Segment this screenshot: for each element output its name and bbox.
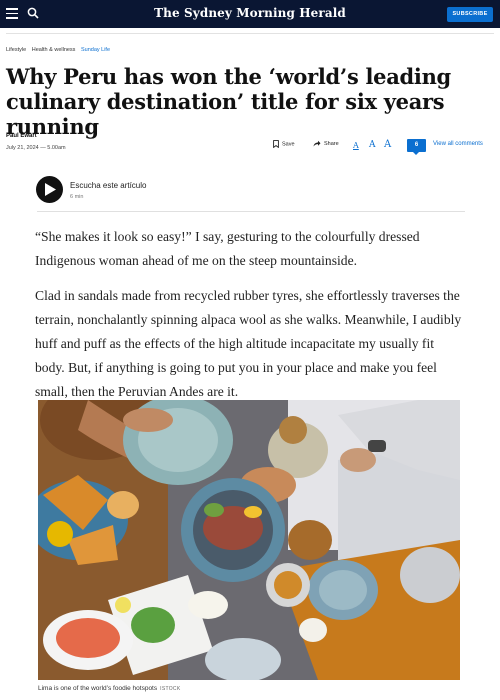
listen-article-label: Escucha este artículo: [70, 181, 147, 190]
audio-duration: 6 min: [70, 194, 84, 200]
article-paragraph: Clad in sandals made from recycled rubbe…: [35, 288, 462, 399]
text-size-small-button[interactable]: A: [353, 141, 359, 150]
article-photo[interactable]: [38, 400, 460, 680]
play-audio-button[interactable]: [36, 176, 63, 203]
view-all-comments-link[interactable]: View all comments: [433, 141, 483, 147]
bookmark-icon: [273, 140, 279, 148]
divider: [6, 33, 494, 34]
photo-caption: Lima is one of the world’s foodie hotspo…: [38, 685, 180, 692]
breadcrumb-item-health-wellness[interactable]: Health & wellness: [32, 47, 76, 53]
breadcrumb-item-lifestyle[interactable]: Lifestyle: [6, 47, 26, 53]
masthead-logo[interactable]: The Sydney Morning Herald: [0, 6, 500, 20]
play-icon: [45, 183, 56, 196]
article-paragraph: “She makes it look so easy!” I say, gest…: [35, 229, 420, 268]
comments-count-badge[interactable]: 6: [407, 139, 426, 155]
subscribe-button[interactable]: SUBSCRIBE: [447, 7, 493, 22]
text-size-large-button[interactable]: A: [384, 139, 391, 150]
save-button[interactable]: Save: [273, 140, 295, 148]
publish-date: July 21, 2024 — 5.00am: [6, 145, 66, 151]
breadcrumb: Lifestyle Health & wellness Sunday Life: [6, 47, 114, 53]
caption-text: Lima is one of the world’s foodie hotspo…: [38, 685, 158, 692]
food-table-illustration: [38, 400, 460, 680]
breadcrumb-item-sunday-life[interactable]: Sunday Life: [81, 47, 110, 53]
share-button[interactable]: Share: [313, 140, 339, 147]
top-navigation-bar: The Sydney Morning Herald SUBSCRIBE: [0, 0, 500, 28]
share-arrow-icon: [313, 140, 321, 147]
divider: [37, 211, 465, 212]
article-headline: Why Peru has won the ‘world’s leading cu…: [6, 64, 451, 139]
save-label: Save: [282, 141, 295, 148]
photo-credit: ISTOCK: [160, 686, 181, 692]
author-name[interactable]: Paul Ewart: [6, 133, 37, 139]
text-size-medium-button[interactable]: A: [369, 140, 376, 150]
share-label: Share: [324, 140, 339, 147]
